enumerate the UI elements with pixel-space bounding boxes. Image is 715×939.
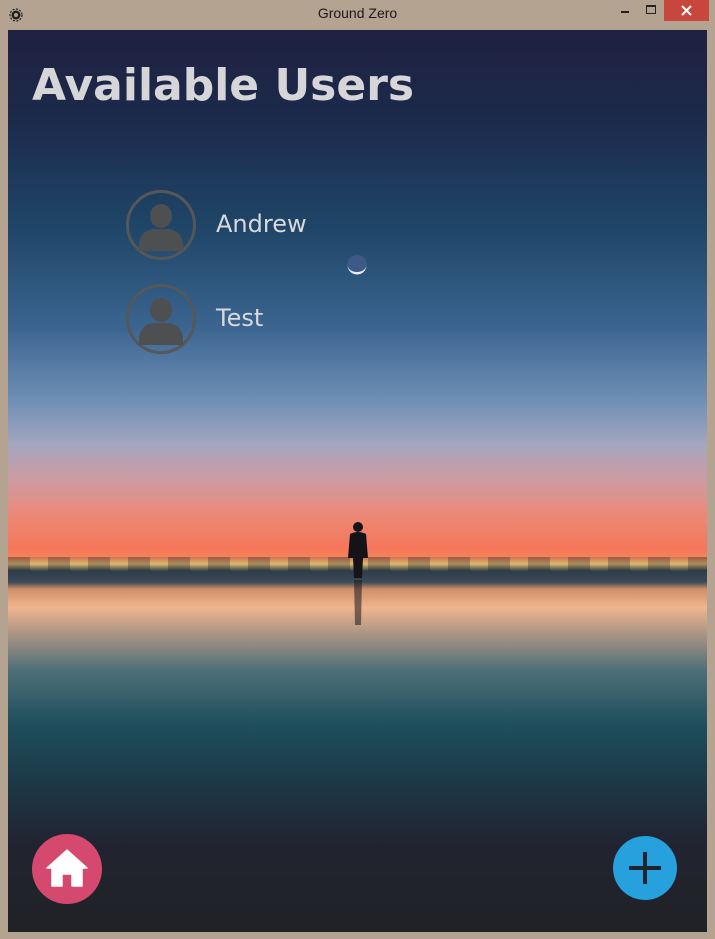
home-button[interactable] xyxy=(32,834,102,904)
home-icon xyxy=(46,849,88,887)
window-title: Ground Zero xyxy=(317,5,398,21)
close-button[interactable] xyxy=(664,0,709,21)
user-list: Andrew Test xyxy=(126,190,386,378)
window-titlebar[interactable]: Ground Zero xyxy=(0,0,715,30)
page-title: Available Users xyxy=(32,60,415,111)
minimize-button[interactable] xyxy=(612,0,638,21)
main-content: Available Users Andrew Test xyxy=(8,30,707,932)
plus-icon xyxy=(629,852,661,884)
close-icon xyxy=(681,5,692,16)
window-bottom-border xyxy=(0,932,715,939)
add-user-button[interactable] xyxy=(613,836,677,900)
avatar xyxy=(126,190,196,260)
person-silhouette-icon xyxy=(348,522,368,625)
avatar xyxy=(126,284,196,354)
user-name: Test xyxy=(216,304,264,332)
user-avatar-icon xyxy=(139,204,183,251)
user-item-andrew[interactable]: Andrew xyxy=(126,190,386,266)
maximize-button[interactable] xyxy=(638,0,664,21)
user-avatar-icon xyxy=(139,298,183,345)
user-name: Andrew xyxy=(216,210,307,238)
user-item-test[interactable]: Test xyxy=(126,284,386,360)
